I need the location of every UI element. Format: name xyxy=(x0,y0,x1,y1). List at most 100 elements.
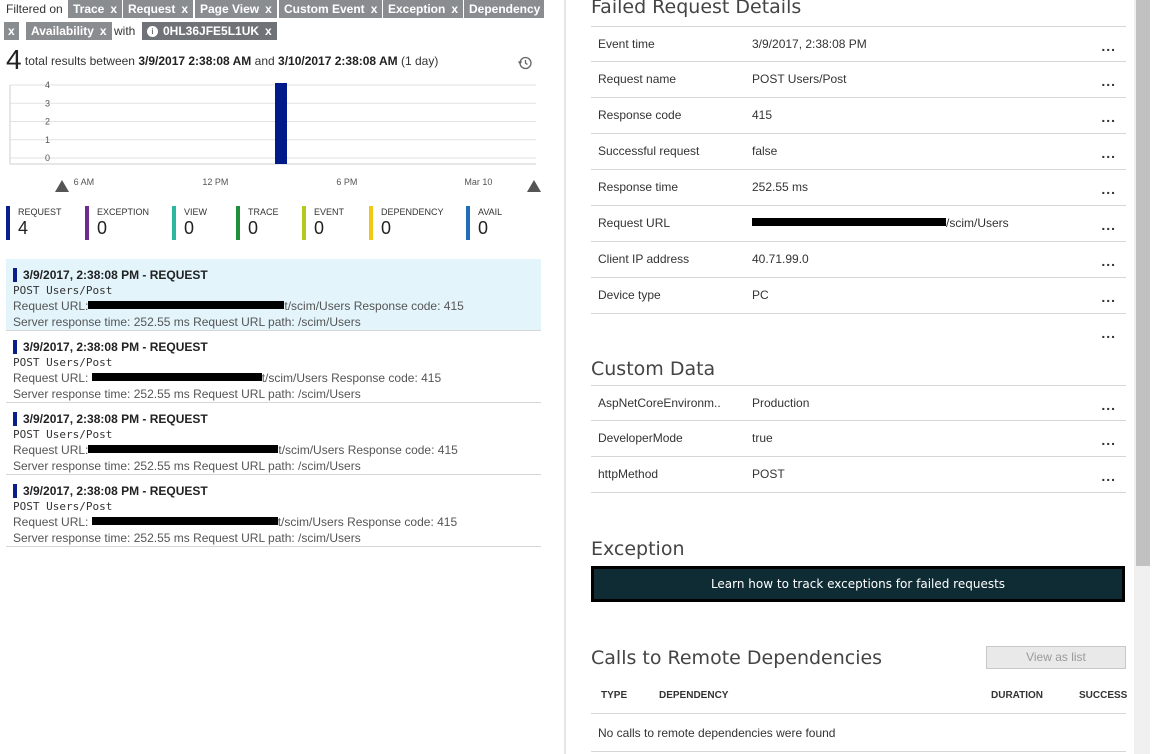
col-type[interactable]: TYPE xyxy=(601,690,627,701)
custom-row: httpMethod POST ... xyxy=(591,457,1126,493)
detail-row-event-time: Event time 3/9/2017, 2:38:08 PM ... xyxy=(591,26,1126,62)
url-tail: /scim/Users xyxy=(946,216,1009,230)
custom-value: Production xyxy=(752,396,810,410)
detail-key: Response time xyxy=(598,180,679,194)
legend-view[interactable]: VIEW 0 xyxy=(172,206,207,240)
detail-key: Client IP address xyxy=(598,252,690,266)
chip-close-icon[interactable]: x xyxy=(371,2,378,16)
result-time-line: Server response time: 252.55 ms Request … xyxy=(13,458,541,474)
more-options-icon[interactable]: ... xyxy=(1101,100,1116,134)
no-dependencies-message: No calls to remote dependencies were fou… xyxy=(591,714,1126,752)
y-tick-label: 3 xyxy=(45,98,50,108)
chip-close-icon[interactable]: x xyxy=(265,24,272,38)
summary-and: and xyxy=(254,54,275,68)
url-label: Request URL: xyxy=(13,443,89,457)
more-options-icon[interactable]: ... xyxy=(1101,64,1116,98)
result-item[interactable]: 3/9/2017, 2:38:08 PM - REQUEST POST User… xyxy=(6,475,541,547)
chip-close-icon[interactable]: x xyxy=(8,24,15,38)
filter-chip-page-view[interactable]: Page View x xyxy=(195,0,277,18)
response-code: Response code: 415 xyxy=(331,371,442,385)
filter-chip-request[interactable]: Request x xyxy=(123,0,194,18)
track-exceptions-button[interactable]: Learn how to track exceptions for failed… xyxy=(591,566,1125,602)
url-path: Request URL path: /scim/Users xyxy=(193,459,361,473)
filter-chip-exception[interactable]: Exception x xyxy=(383,0,464,18)
info-icon: i xyxy=(147,26,158,37)
legend-label: REQUEST xyxy=(18,207,62,217)
detail-key: Request name xyxy=(598,72,677,86)
legend-request[interactable]: REQUEST 4 xyxy=(6,206,62,240)
chip-close-icon[interactable]: x xyxy=(181,2,188,16)
filter-chip-dependency[interactable]: Dependency xyxy=(464,0,545,18)
filter-chip-custom-event[interactable]: Custom Event x xyxy=(279,0,383,18)
more-options-icon[interactable]: ... xyxy=(1101,459,1116,493)
result-title: 3/9/2017, 2:38:08 PM - REQUEST xyxy=(13,267,541,283)
more-options-icon[interactable]: ... xyxy=(1101,280,1116,314)
col-duration[interactable]: DURATION xyxy=(991,690,1043,701)
history-icon[interactable] xyxy=(517,55,533,71)
chip-close-icon[interactable]: x xyxy=(110,2,117,16)
legend-label: DEPENDENCY xyxy=(381,207,444,217)
result-item[interactable]: 3/9/2017, 2:38:08 PM - REQUEST POST User… xyxy=(6,331,541,403)
redacted-block xyxy=(91,517,278,525)
legend-avail[interactable]: AVAIL 0 xyxy=(466,206,502,240)
chip-close-icon[interactable]: x xyxy=(265,2,272,16)
response-code: Response code: 415 xyxy=(347,515,458,529)
legend-label: EXCEPTION xyxy=(97,207,150,217)
dependencies-header: TYPE DEPENDENCY DURATION SUCCESS xyxy=(591,680,1127,714)
more-options-icon[interactable]: ... xyxy=(1101,208,1116,242)
legend-event[interactable]: EVENT 0 xyxy=(302,206,344,240)
view-as-list-button[interactable]: View as list xyxy=(986,646,1126,669)
detail-value: 3/9/2017, 2:38:08 PM xyxy=(752,37,867,51)
legend-count: 0 xyxy=(184,218,195,238)
scrollbar-thumb[interactable] xyxy=(1136,0,1150,566)
more-options-icon[interactable]: ... xyxy=(1101,388,1116,422)
filter-chip-dependency-close[interactable]: x xyxy=(4,22,19,40)
detail-key: Device type xyxy=(598,288,661,302)
filter-chip-operation[interactable]: i 0HL36JFE5L1UK x xyxy=(142,22,277,40)
result-item[interactable]: 3/9/2017, 2:38:08 PM - REQUEST POST User… xyxy=(6,259,541,331)
legend-trace[interactable]: TRACE 0 xyxy=(236,206,279,240)
result-operation: POST Users/Post xyxy=(13,500,113,513)
type-legend: REQUEST 4 EXCEPTION 0 VIEW 0 TRACE 0 EVENT 0 DEPEN… xyxy=(0,206,548,242)
url-tail: t/scim/Users xyxy=(261,371,328,385)
url-label: Request URL: xyxy=(13,515,89,529)
more-options-icon[interactable]: ... xyxy=(1101,172,1116,206)
response-code: Response code: 415 xyxy=(353,299,464,313)
custom-data-title: Custom Data xyxy=(591,358,716,380)
custom-value: true xyxy=(752,431,773,445)
timeline-chart-svg: 4 3 2 1 0 6 AM 12 PM 6 PM Mar 10 xyxy=(9,80,541,192)
custom-data-table: AspNetCoreEnvironm.. Production ... Deve… xyxy=(591,385,1126,493)
col-dependency[interactable]: DEPENDENCY xyxy=(659,690,728,701)
more-options-icon[interactable]: ... xyxy=(1101,29,1116,63)
details-panel: Failed Request Details Event time 3/9/20… xyxy=(566,0,1154,754)
range-start-handle-icon[interactable] xyxy=(55,180,69,192)
chip-close-icon[interactable]: x xyxy=(451,2,458,16)
result-url-line: Request URL: t/scim/Users Response code: … xyxy=(13,298,541,314)
more-options-icon[interactable]: ... xyxy=(1101,316,1116,350)
filter-chip-availability[interactable]: Availability x xyxy=(26,22,112,40)
more-options-icon[interactable]: ... xyxy=(1101,136,1116,170)
chip-close-icon[interactable]: x xyxy=(100,24,107,38)
search-results-panel: Filtered on Trace x Request x Page View x C… xyxy=(0,0,548,754)
chip-label: Dependency xyxy=(469,2,541,16)
url-tail: t/scim/Users xyxy=(278,443,345,457)
url-tail: t/scim/Users xyxy=(277,515,344,529)
detail-value: POST Users/Post xyxy=(752,72,847,86)
result-item[interactable]: 3/9/2017, 2:38:08 PM - REQUEST POST User… xyxy=(6,403,541,475)
result-url-line: Request URL: t/scim/Users Response code: … xyxy=(13,442,541,458)
filter-chip-trace[interactable]: Trace x xyxy=(68,0,123,18)
legend-exception[interactable]: EXCEPTION 0 xyxy=(85,206,149,240)
legend-count: 0 xyxy=(381,218,392,238)
range-end-handle-icon[interactable] xyxy=(527,180,541,192)
redacted-block xyxy=(752,218,946,226)
more-options-icon[interactable]: ... xyxy=(1101,244,1116,278)
url-path: Request URL path: /scim/Users xyxy=(193,387,361,401)
custom-value: POST xyxy=(752,467,785,481)
chip-label: Exception xyxy=(388,2,446,16)
legend-dependency[interactable]: DEPENDENCY 0 xyxy=(369,206,444,240)
col-success[interactable]: SUCCESS xyxy=(1079,690,1127,701)
more-options-icon[interactable]: ... xyxy=(1101,423,1116,457)
detail-value-url: /scim/Users xyxy=(752,206,1009,240)
x-tick-label: Mar 10 xyxy=(464,177,492,187)
redacted-block xyxy=(91,373,262,381)
